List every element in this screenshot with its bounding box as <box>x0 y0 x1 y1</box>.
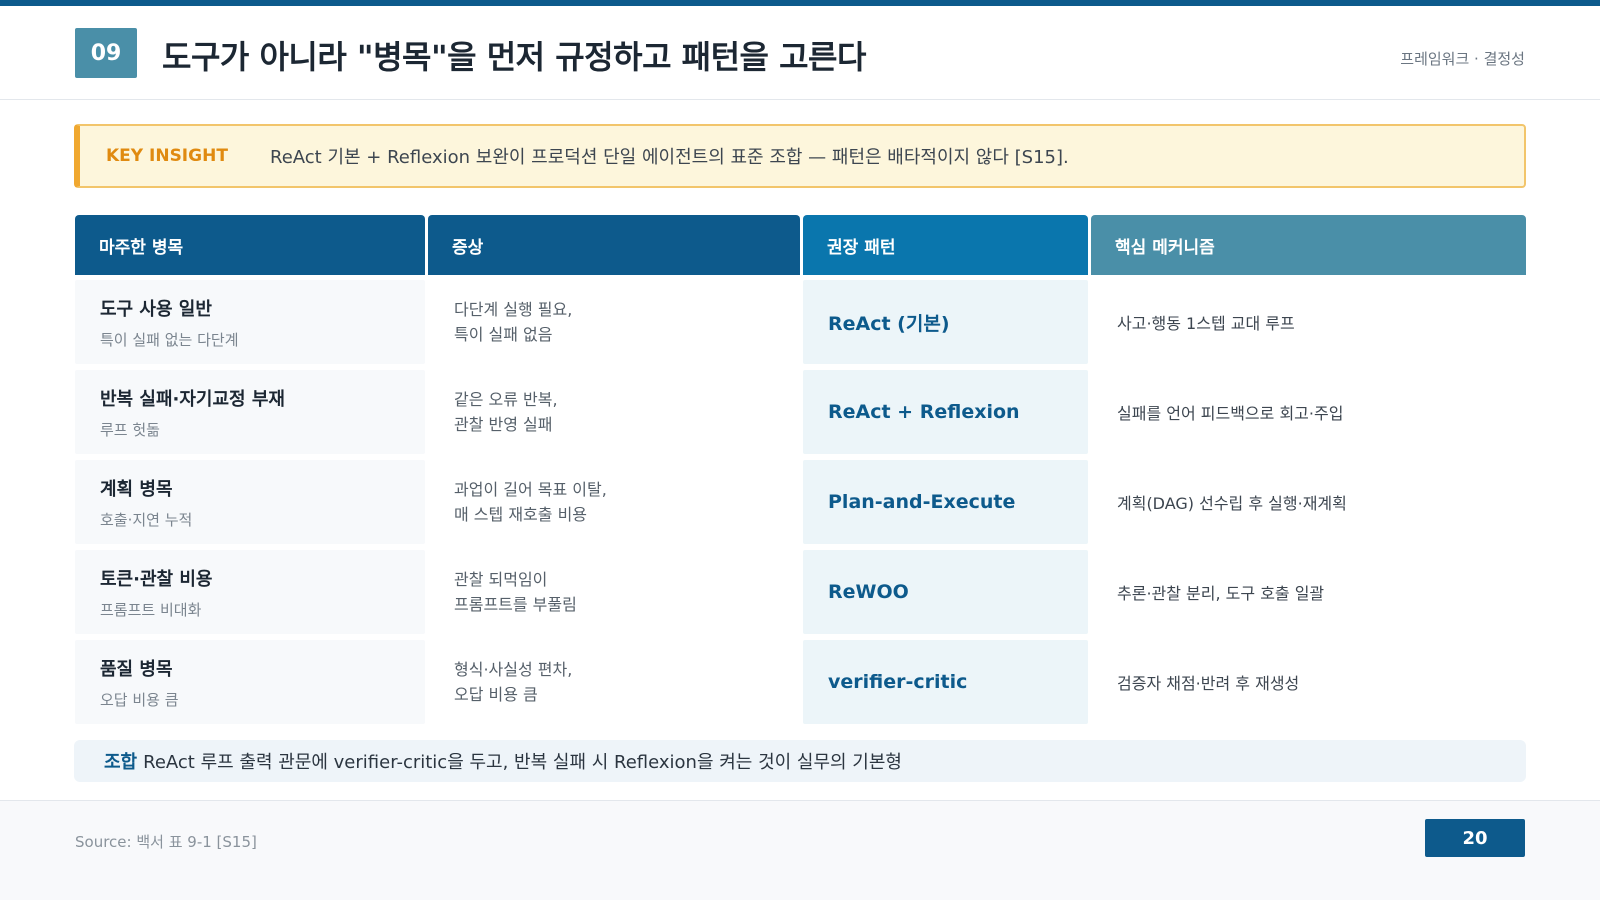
symptom-line: 프롬프트를 부풀림 <box>454 595 577 614</box>
mechanism-text: 사고·행동 1스텝 교대 루프 <box>1117 314 1295 333</box>
bottleneck-title: 품질 병목 <box>100 658 173 680</box>
symptom-line: 과업이 길어 목표 이탈, <box>454 480 607 499</box>
page-header: 09 도구가 아니라 "병목"을 먼저 규정하고 패턴을 고른다 프레임워크 ·… <box>0 6 1600 100</box>
bottleneck-cell: 품질 병목 오답 비용 큼 <box>75 640 425 724</box>
column-header-bottleneck: 마주한 병목 <box>75 215 425 275</box>
symptom-line: 다단계 실행 필요, <box>454 300 573 319</box>
bottleneck-cell: 토큰·관찰 비용 프롬프트 비대화 <box>75 550 425 634</box>
symptom-line: 오답 비용 큼 <box>454 685 538 704</box>
page-footer: Source: 백서 표 9-1 [S15] 20 <box>0 800 1600 900</box>
combination-text: ReAct 루프 출력 관문에 verifier-critic을 두고, 반복 … <box>143 752 902 773</box>
bottleneck-subtitle: 프롬프트 비대화 <box>100 600 202 619</box>
header-category-tag: 프레임워크 · 결정성 <box>1400 50 1525 68</box>
pattern-name: ReAct (기본) <box>828 312 950 335</box>
combination-label: 조합 <box>104 752 138 773</box>
pattern-name: Plan-and-Execute <box>828 491 1016 513</box>
bottleneck-subtitle: 루프 헛돎 <box>100 420 160 439</box>
key-insight-text: ReAct 기본 + Reflexion 보완이 프로덕션 단일 에이전트의 표… <box>270 147 1069 168</box>
column-header-symptom: 증상 <box>428 215 800 275</box>
bottleneck-title: 토큰·관찰 비용 <box>100 568 213 590</box>
combination-note: 조합 ReAct 루프 출력 관문에 verifier-critic을 두고, … <box>74 740 1526 782</box>
mechanism-cell: 추론·관찰 분리, 도구 호출 일괄 <box>1091 550 1526 634</box>
bottleneck-subtitle: 오답 비용 큼 <box>100 690 179 709</box>
page-number-badge: 20 <box>1425 819 1525 857</box>
symptom-line: 매 스텝 재호출 비용 <box>454 505 588 524</box>
symptom-line: 형식·사실성 편차, <box>454 660 573 679</box>
symptom-cell: 관찰 되먹임이 프롬프트를 부풀림 <box>428 550 800 634</box>
bottleneck-cell: 도구 사용 일반 특이 실패 없는 다단계 <box>75 280 425 364</box>
key-insight-callout: KEY INSIGHT ReAct 기본 + Reflexion 보완이 프로덕… <box>74 124 1526 188</box>
column-header-mechanism: 핵심 메커니즘 <box>1091 215 1526 275</box>
mechanism-text: 추론·관찰 분리, 도구 호출 일괄 <box>1117 584 1325 603</box>
key-insight-label: KEY INSIGHT <box>106 146 228 166</box>
pattern-cell: ReAct (기본) <box>803 280 1088 364</box>
mechanism-cell: 실패를 언어 피드백으로 회고·주입 <box>1091 370 1526 454</box>
bottleneck-subtitle: 특이 실패 없는 다단계 <box>100 330 239 349</box>
mechanism-text: 검증자 채점·반려 후 재생성 <box>1117 674 1300 693</box>
mechanism-text: 실패를 언어 피드백으로 회고·주입 <box>1117 404 1344 423</box>
symptom-line: 관찰 되먹임이 <box>454 570 548 589</box>
pattern-cell: Plan-and-Execute <box>803 460 1088 544</box>
mechanism-cell: 검증자 채점·반려 후 재생성 <box>1091 640 1526 724</box>
mechanism-cell: 계획(DAG) 선수립 후 실행·재계획 <box>1091 460 1526 544</box>
bottleneck-cell: 반복 실패·자기교정 부재 루프 헛돎 <box>75 370 425 454</box>
mechanism-text: 계획(DAG) 선수립 후 실행·재계획 <box>1117 494 1347 513</box>
bottleneck-cell: 계획 병목 호출·지연 누적 <box>75 460 425 544</box>
symptom-cell: 같은 오류 반복, 관찰 반영 실패 <box>428 370 800 454</box>
pattern-cell: ReWOO <box>803 550 1088 634</box>
pattern-cell: ReAct + Reflexion <box>803 370 1088 454</box>
source-citation: Source: 백서 표 9-1 [S15] <box>75 833 257 851</box>
section-number-badge: 09 <box>75 28 137 78</box>
symptom-line: 특이 실패 없음 <box>454 325 553 344</box>
pattern-name: verifier-critic <box>828 671 968 693</box>
bottleneck-title: 계획 병목 <box>100 478 173 500</box>
symptom-line: 같은 오류 반복, <box>454 390 558 409</box>
bottleneck-subtitle: 호출·지연 누적 <box>100 510 193 529</box>
bottleneck-title: 반복 실패·자기교정 부재 <box>100 388 285 410</box>
column-header-pattern: 권장 패턴 <box>803 215 1088 275</box>
symptom-line: 관찰 반영 실패 <box>454 415 553 434</box>
symptom-cell: 다단계 실행 필요, 특이 실패 없음 <box>428 280 800 364</box>
mechanism-cell: 사고·행동 1스텝 교대 루프 <box>1091 280 1526 364</box>
symptom-cell: 형식·사실성 편차, 오답 비용 큼 <box>428 640 800 724</box>
pattern-name: ReAct + Reflexion <box>828 401 1020 423</box>
pattern-name: ReWOO <box>828 581 909 603</box>
symptom-cell: 과업이 길어 목표 이탈, 매 스텝 재호출 비용 <box>428 460 800 544</box>
pattern-cell: verifier-critic <box>803 640 1088 724</box>
bottleneck-title: 도구 사용 일반 <box>100 298 212 320</box>
page-title: 도구가 아니라 "병목"을 먼저 규정하고 패턴을 고른다 <box>162 38 866 76</box>
